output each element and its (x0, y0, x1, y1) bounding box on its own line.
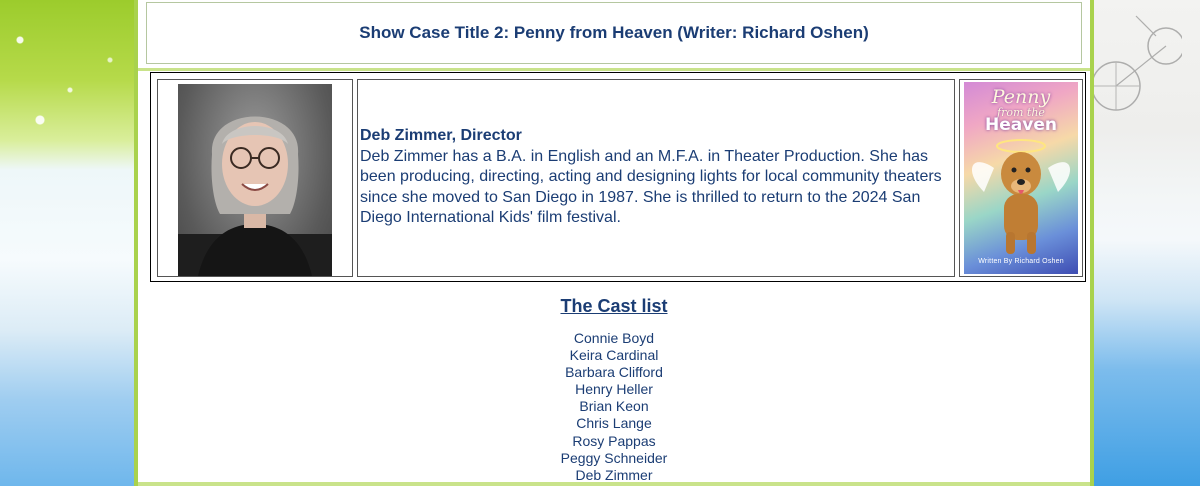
director-bio: Deb Zimmer, Director Deb Zimmer has a B.… (360, 126, 950, 229)
cast-heading: The Cast list (560, 296, 668, 316)
showcase-title: Show Case Title 2: Penny from Heaven (Wr… (146, 2, 1082, 64)
poster-credit: Written By Richard Oshen (978, 258, 1064, 265)
background-right-decoration (1084, 0, 1200, 486)
cast-member: Rosy Pappas (572, 432, 656, 449)
show-poster[interactable]: Penny from the Heaven Written By Richard… (964, 82, 1078, 274)
cast-member: Henry Heller (575, 381, 653, 398)
bottom-divider (138, 482, 1090, 486)
director-table: Deb Zimmer, Director Deb Zimmer has a B.… (150, 72, 1086, 282)
cast-member: Peggy Schneider (560, 449, 668, 466)
title-divider (138, 68, 1090, 71)
director-bio-cell: Deb Zimmer, Director Deb Zimmer has a B.… (357, 79, 955, 277)
director-bio-text: Deb Zimmer has a B.A. in English and an … (360, 147, 942, 227)
cast-member: Barbara Clifford (565, 364, 663, 381)
content-column: Show Case Title 2: Penny from Heaven (Wr… (134, 0, 1094, 486)
director-photo (178, 84, 332, 276)
director-photo-cell (157, 79, 353, 277)
poster-title-top: Penny (991, 86, 1051, 108)
background-left-decoration (0, 0, 140, 486)
cast-member: Chris Lange (576, 415, 652, 432)
director-name: Deb Zimmer, Director (360, 127, 522, 144)
cast-list: Connie Boyd Keira Cardinal Barbara Cliff… (138, 330, 1090, 484)
poster-cell: Penny from the Heaven Written By Richard… (959, 79, 1083, 277)
cast-member: Keira Cardinal (569, 347, 659, 364)
bicycle-sketch-icon (1091, 15, 1182, 111)
cast-member: Connie Boyd (573, 330, 655, 346)
cast-member: Brian Keon (579, 398, 649, 415)
poster-title-bottom: Heaven (985, 115, 1057, 135)
